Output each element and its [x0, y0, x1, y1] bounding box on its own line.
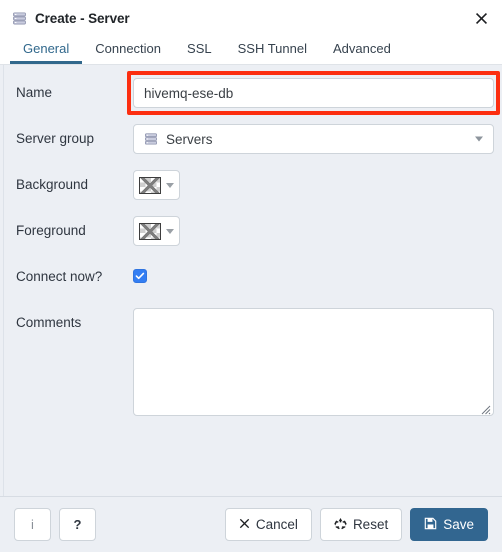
server-group-control: Servers	[133, 124, 494, 154]
background-color-picker[interactable]	[133, 170, 180, 200]
reset-button[interactable]: Reset	[319, 508, 403, 541]
chevron-down-icon	[166, 228, 174, 234]
create-server-dialog: Create - Server General Connection SSL S…	[0, 0, 502, 552]
form-row-foreground: Foreground	[16, 216, 494, 246]
name-field-wrapper	[127, 71, 500, 115]
close-icon[interactable]	[470, 7, 492, 29]
comments-textarea[interactable]	[133, 308, 494, 416]
check-icon	[135, 272, 145, 280]
name-input[interactable]	[133, 78, 494, 108]
floppy-disk-icon	[424, 517, 437, 532]
tab-connection[interactable]: Connection	[82, 36, 174, 64]
server-stack-icon	[12, 11, 27, 26]
connect-now-control	[133, 262, 494, 286]
tab-ssh-tunnel[interactable]: SSH Tunnel	[225, 36, 320, 64]
general-form: Name Server group	[0, 65, 502, 416]
comments-label: Comments	[16, 315, 82, 330]
foreground-color-picker[interactable]	[133, 216, 180, 246]
comments-control	[133, 308, 494, 416]
server-group-select[interactable]: Servers	[133, 124, 494, 154]
reset-button-label: Reset	[352, 517, 389, 532]
tab-bar: General Connection SSL SSH Tunnel Advanc…	[0, 36, 502, 65]
cancel-button-label: Cancel	[255, 517, 298, 532]
recycle-icon	[334, 517, 347, 532]
form-row-server-group: Server group Servers	[16, 124, 494, 154]
info-button[interactable]: i	[14, 508, 51, 541]
cancel-button[interactable]: Cancel	[224, 508, 312, 541]
no-color-swatch	[139, 222, 161, 240]
name-label: Name	[16, 85, 53, 100]
info-icon: i	[31, 517, 34, 532]
dialog-body: Name Server group	[0, 65, 502, 496]
tab-ssl[interactable]: SSL	[174, 36, 225, 64]
background-control	[133, 170, 494, 200]
connect-now-checkbox[interactable]	[133, 269, 147, 283]
dialog-title: Create - Server	[35, 10, 130, 26]
server-group-value-wrap: Servers	[144, 132, 213, 147]
server-group-value: Servers	[166, 131, 213, 147]
panel-gutter	[3, 65, 4, 496]
form-row-comments: Comments	[16, 308, 494, 416]
form-row-name: Name	[16, 71, 500, 115]
chevron-down-icon	[166, 182, 174, 188]
question-mark-icon: ?	[73, 517, 82, 532]
save-button[interactable]: Save	[410, 508, 488, 541]
tab-general[interactable]: General	[10, 36, 83, 64]
connect-now-label: Connect now?	[16, 269, 103, 284]
form-row-connect-now: Connect now?	[16, 262, 494, 292]
help-button[interactable]: ?	[59, 508, 96, 541]
dialog-titlebar: Create - Server	[0, 0, 502, 36]
foreground-control	[133, 216, 494, 246]
tab-advanced[interactable]: Advanced	[320, 36, 404, 64]
chevron-down-icon	[475, 136, 483, 142]
form-row-background: Background	[16, 170, 494, 200]
titlebar-left: Create - Server	[12, 11, 130, 26]
save-button-label: Save	[443, 517, 474, 532]
no-color-swatch	[139, 176, 161, 194]
foreground-label: Foreground	[16, 223, 86, 238]
close-x-icon	[239, 518, 250, 531]
server-stack-icon	[144, 132, 159, 147]
server-group-label: Server group	[16, 131, 95, 146]
dialog-footer: i ? Cancel Reset Save	[0, 496, 502, 552]
background-label: Background	[16, 177, 89, 192]
